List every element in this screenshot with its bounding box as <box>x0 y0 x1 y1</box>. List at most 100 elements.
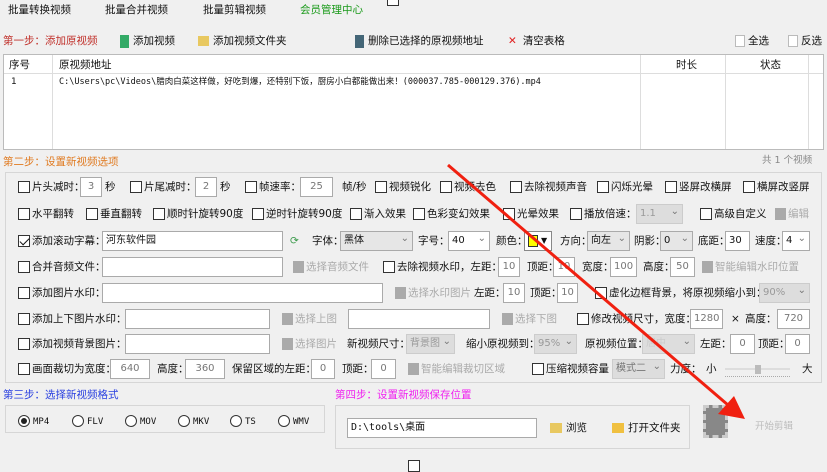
format-radio-mp4[interactable]: MP4 <box>18 414 49 429</box>
tab-member-center[interactable]: 会员管理中心 <box>300 3 363 17</box>
background-left-input[interactable]: 0 <box>730 334 755 354</box>
compress-mode-select[interactable]: 模式二 <box>612 358 665 379</box>
format-radio-mkv[interactable]: MKV <box>178 414 209 429</box>
image-watermark-input[interactable] <box>102 283 383 303</box>
add-video-button[interactable]: 添加视频 <box>120 34 175 48</box>
choose-image-button[interactable]: 选择图片 <box>282 337 337 351</box>
head-trim-checkbox[interactable]: 片头减时： <box>18 180 85 194</box>
crop-left-input[interactable]: 0 <box>311 359 335 379</box>
header-status[interactable]: 状态 <box>760 58 781 72</box>
smart-watermark-button[interactable]: 智能编辑水印位置 <box>702 260 799 274</box>
watermark-width-input[interactable]: 100 <box>610 257 637 277</box>
vflip-checkbox[interactable]: 垂直翻转 <box>86 207 142 221</box>
format-radio-mov[interactable]: MOV <box>125 414 156 429</box>
smart-crop-button[interactable]: 智能编辑裁切区域 <box>408 362 505 376</box>
crop-width-input[interactable]: 640 <box>110 359 150 379</box>
position-select[interactable]: 居中 <box>642 333 695 354</box>
image-left-input[interactable]: 10 <box>503 283 525 303</box>
hflip-checkbox[interactable]: 水平翻转 <box>18 207 74 221</box>
background-image-input[interactable] <box>125 334 270 354</box>
decolor-checkbox[interactable]: 视频去色 <box>440 180 496 194</box>
color-picker[interactable]: ▼ <box>524 231 552 251</box>
strength-slider[interactable] <box>725 365 790 379</box>
save-path-input[interactable]: D:\tools\桌面 <box>347 418 537 438</box>
small-checkbox[interactable] <box>408 460 420 472</box>
tab-batch-merge[interactable]: 批量合并视频 <box>105 3 168 17</box>
tab-batch-edit[interactable]: 批量剪辑视频 <box>203 3 266 17</box>
crop-top-input[interactable]: 0 <box>371 359 396 379</box>
image-top-input[interactable]: 10 <box>557 283 578 303</box>
shrink-select[interactable]: 95% <box>534 333 577 354</box>
rotate-ccw-checkbox[interactable]: 逆时针旋转90度 <box>252 207 342 221</box>
compress-checkbox[interactable]: 压缩视频容量 <box>532 362 609 376</box>
sharpen-checkbox[interactable]: 视频锐化 <box>375 180 431 194</box>
choose-bottom-image-button[interactable]: 选择下图 <box>502 312 557 326</box>
clear-table-button[interactable]: ✕ 清空表格 <box>508 34 565 48</box>
format-radio-ts[interactable]: TS <box>230 414 256 429</box>
resize-height-input[interactable]: 720 <box>777 309 810 329</box>
fps-input[interactable]: 25 <box>300 177 333 197</box>
choose-audio-button[interactable]: 选择音频文件 <box>293 260 369 274</box>
tail-trim-input[interactable]: 2 <box>195 177 217 197</box>
remove-watermark-checkbox[interactable]: 去除视频水印，左距： <box>383 260 502 274</box>
fps-checkbox[interactable]: 帧速率： <box>245 180 301 194</box>
top-bottom-watermark-checkbox[interactable]: 添加上下图片水印： <box>18 312 127 326</box>
rotate-cw-checkbox[interactable]: 顺时针旋转90度 <box>153 207 243 221</box>
image-watermark-checkbox[interactable]: 添加图片水印： <box>18 286 106 300</box>
rate-select[interactable]: 4 <box>782 230 810 251</box>
color-effect-checkbox[interactable]: 色彩变幻效果 <box>413 207 490 221</box>
choose-watermark-button[interactable]: 选择水印图片 <box>395 286 471 300</box>
direction-select[interactable]: 向左 <box>587 230 630 251</box>
slider-thumb[interactable] <box>754 365 761 374</box>
start-edit-button[interactable]: 开始剪辑 <box>755 420 793 434</box>
halo-effect-checkbox[interactable]: 光晕效果 <box>503 207 559 221</box>
invert-select-button[interactable]: 反选 <box>788 34 822 48</box>
merge-audio-checkbox[interactable]: 合并音频文件： <box>18 260 106 274</box>
edit-button[interactable]: 编辑 <box>775 207 809 221</box>
head-trim-input[interactable]: 3 <box>80 177 102 197</box>
horizontal-to-vertical-checkbox[interactable]: 横屏改竖屏 <box>743 180 810 194</box>
watermark-left-input[interactable]: 10 <box>498 257 520 277</box>
font-size-select[interactable]: 40 <box>448 230 490 251</box>
select-all-button[interactable]: 全选 <box>735 34 769 48</box>
tab-batch-convert[interactable]: 批量转换视频 <box>8 3 71 17</box>
advanced-checkbox[interactable]: 高级自定义 <box>700 207 767 221</box>
delete-selected-button[interactable]: 删除已选择的原视频地址 <box>355 34 484 48</box>
top-checkbox[interactable] <box>387 0 399 6</box>
font-select[interactable]: 黑体(simhei) <box>340 231 413 251</box>
speed-select[interactable]: 1.1 <box>636 203 683 224</box>
subtitle-input[interactable]: 河东软件园 <box>102 231 283 251</box>
new-size-select[interactable]: 背景图 <box>406 333 455 354</box>
blur-scale-select[interactable]: 90% <box>759 282 810 303</box>
header-path[interactable]: 原视频地址 <box>59 58 112 72</box>
add-folder-button[interactable]: 添加视频文件夹 <box>198 34 287 48</box>
bottom-margin-input[interactable]: 30 <box>725 231 750 251</box>
format-radio-wmv[interactable]: WMV <box>278 414 309 429</box>
header-duration[interactable]: 时长 <box>676 58 697 72</box>
resize-checkbox[interactable]: 修改视频尺寸，宽度： <box>577 312 696 326</box>
mute-checkbox[interactable]: 去除视频声音 <box>510 180 587 194</box>
top-image-input[interactable] <box>125 309 270 329</box>
watermark-height-input[interactable]: 50 <box>670 257 695 277</box>
open-folder-button[interactable]: 打开文件夹 <box>612 421 681 435</box>
crop-height-input[interactable]: 360 <box>185 359 225 379</box>
flash-halo-checkbox[interactable]: 闪烁光晕 <box>597 180 653 194</box>
blur-background-checkbox[interactable]: 虚化边框背景，将原视频缩小到： <box>595 286 767 300</box>
crop-checkbox[interactable]: 画面裁切为宽度： <box>18 362 116 376</box>
bottom-image-input[interactable] <box>348 309 490 329</box>
fade-in-checkbox[interactable]: 渐入效果 <box>350 207 406 221</box>
header-index[interactable]: 序号 <box>9 58 30 72</box>
subtitle-checkbox[interactable]: 添加滚动字幕： <box>18 234 106 248</box>
choose-top-image-button[interactable]: 选择上图 <box>282 312 337 326</box>
speed-checkbox[interactable]: 播放倍速： <box>570 207 637 221</box>
browse-button[interactable]: 浏览 <box>550 421 587 435</box>
resize-width-input[interactable]: 1280 <box>690 309 723 329</box>
background-image-checkbox[interactable]: 添加视频背景图片： <box>18 337 127 351</box>
vertical-to-horizontal-checkbox[interactable]: 竖屏改横屏 <box>665 180 732 194</box>
watermark-top-input[interactable]: 10 <box>553 257 575 277</box>
tail-trim-checkbox[interactable]: 片尾减时： <box>130 180 197 194</box>
shadow-select[interactable]: 0 <box>660 230 693 251</box>
refresh-icon[interactable]: ⟳ <box>290 234 299 248</box>
video-table[interactable]: 序号 原视频地址 时长 状态 1 C:\Users\pc\Videos\腊肉白菜… <box>3 54 824 150</box>
background-top-input[interactable]: 0 <box>785 334 810 354</box>
